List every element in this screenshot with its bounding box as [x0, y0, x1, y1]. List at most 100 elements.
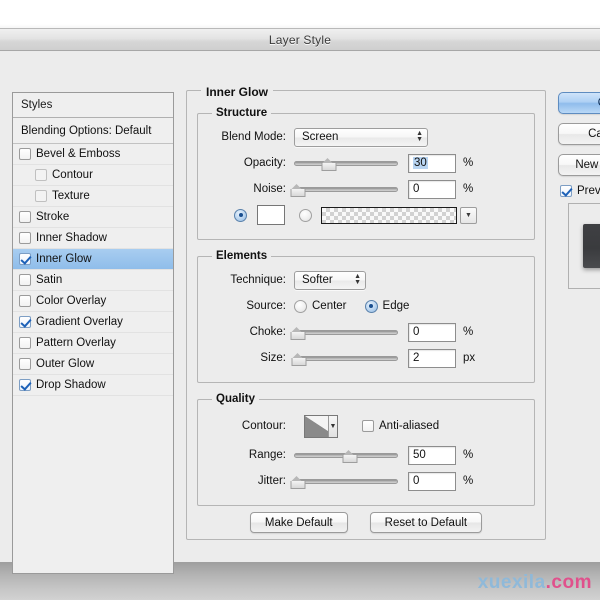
style-row-bevel-emboss[interactable]: Bevel & Emboss — [13, 144, 173, 165]
choke-row: Choke: 0 % — [208, 320, 524, 344]
source-center-radio[interactable] — [294, 299, 307, 313]
size-unit: px — [463, 352, 476, 364]
preview-checkbox[interactable] — [560, 185, 572, 197]
size-slider-track — [294, 356, 398, 361]
range-input[interactable]: 50 — [408, 445, 456, 465]
size-value: 2 — [413, 352, 420, 364]
default-buttons-row: Make Default Reset to Default — [197, 512, 535, 533]
style-row-stroke[interactable]: Stroke — [13, 207, 173, 228]
range-slider[interactable] — [294, 447, 398, 463]
jitter-input[interactable]: 0 — [408, 471, 456, 491]
opacity-slider[interactable] — [294, 155, 398, 171]
source-edge-label: Edge — [382, 300, 410, 312]
noise-value: 0 — [413, 183, 420, 195]
ok-button[interactable]: OK — [558, 92, 600, 114]
site-watermark: xuexila.com — [478, 572, 592, 594]
dialog-titlebar[interactable]: Layer Style — [0, 29, 600, 51]
style-row-texture[interactable]: Texture — [13, 186, 173, 207]
range-label: Range: — [248, 449, 286, 461]
fill-gradient-radio[interactable] — [299, 208, 312, 222]
jitter-slider-thumb[interactable] — [290, 476, 306, 489]
noise-slider-thumb[interactable] — [290, 184, 306, 197]
style-row-satin[interactable]: Satin — [13, 270, 173, 291]
choke-slider-thumb[interactable] — [290, 327, 306, 340]
style-label: Satin — [36, 274, 63, 286]
jitter-value: 0 — [413, 475, 420, 487]
style-row-inner-shadow[interactable]: Inner Shadow — [13, 228, 173, 249]
style-checkbox[interactable] — [19, 295, 31, 307]
opacity-slider-thumb[interactable] — [321, 158, 337, 171]
style-checkbox[interactable] — [19, 379, 31, 391]
contour-preview[interactable]: ▼ — [304, 414, 338, 438]
style-label: Inner Shadow — [36, 232, 107, 244]
inner-glow-options-pane: Inner Glow Structure Blend Mode: Screen … — [186, 85, 546, 574]
preview-label: Preview — [577, 185, 600, 197]
opacity-unit: % — [463, 157, 474, 169]
new-style-button[interactable]: New Style... — [558, 154, 600, 176]
noise-row: Noise: 0 % — [208, 177, 524, 201]
fill-gradient-preview[interactable] — [321, 206, 457, 224]
watermark-tld: .com — [545, 572, 592, 593]
range-slider-thumb[interactable] — [342, 450, 358, 463]
fill-color-swatch[interactable] — [257, 205, 285, 225]
size-label: Size: — [260, 352, 286, 364]
choke-slider[interactable] — [290, 324, 398, 340]
blending-options-row[interactable]: Blending Options: Default — [13, 118, 173, 144]
watermark-name: xuexila — [477, 572, 546, 593]
style-checkbox[interactable] — [19, 211, 31, 223]
range-unit: % — [463, 449, 474, 461]
contour-dropdown-icon[interactable]: ▼ — [328, 415, 337, 437]
technique-select[interactable]: Softer ▲ ▼ — [294, 270, 366, 290]
contour-label: Contour: — [241, 420, 286, 432]
style-row-drop-shadow[interactable]: Drop Shadow — [13, 375, 173, 396]
blend-mode-select[interactable]: Screen ▲ ▼ — [294, 127, 428, 147]
anti-aliased-checkbox[interactable] — [362, 420, 374, 432]
fill-color-radio[interactable] — [234, 208, 247, 222]
choke-value: 0 — [413, 326, 420, 338]
technique-label: Technique: — [230, 274, 286, 286]
source-row: Source: Center Edge — [208, 294, 524, 318]
choke-unit: % — [463, 326, 474, 338]
style-row-color-overlay[interactable]: Color Overlay — [13, 291, 173, 312]
style-checkbox[interactable] — [19, 316, 31, 328]
size-input[interactable]: 2 — [408, 348, 456, 368]
style-checkbox[interactable] — [19, 337, 31, 349]
style-row-contour[interactable]: Contour — [13, 165, 173, 186]
style-label: Gradient Overlay — [36, 316, 123, 328]
choke-slider-track — [294, 330, 398, 335]
style-checkbox[interactable] — [19, 274, 31, 286]
style-checkbox[interactable] — [19, 253, 31, 265]
opacity-row: Opacity: 30 % — [208, 151, 524, 175]
styles-list-panel: Styles Blending Options: Default Bevel &… — [12, 92, 174, 574]
preview-toggle-row[interactable]: Preview — [560, 185, 600, 197]
gradient-dropdown-icon[interactable]: ▼ — [460, 206, 477, 224]
size-row: Size: 2 px — [208, 346, 524, 370]
opacity-input[interactable]: 30 — [408, 153, 456, 173]
size-slider[interactable] — [291, 350, 398, 366]
style-checkbox[interactable] — [35, 169, 47, 181]
noise-input[interactable]: 0 — [408, 179, 456, 199]
opacity-slider-track — [294, 161, 398, 166]
source-edge-radio[interactable] — [364, 299, 378, 313]
cancel-button[interactable]: Cancel — [558, 123, 600, 145]
make-default-button[interactable]: Make Default — [249, 512, 348, 533]
styles-effect-list: Bevel & Emboss Contour Texture Stroke Inner … — [13, 144, 173, 396]
reset-to-default-button[interactable]: Reset to Default — [369, 512, 483, 533]
size-slider-thumb[interactable] — [291, 353, 307, 366]
choke-input[interactable]: 0 — [408, 322, 456, 342]
jitter-slider[interactable] — [290, 473, 398, 489]
quality-group: Quality Contour: ▼ Anti-aliased Range: 5… — [197, 393, 535, 506]
style-checkbox[interactable] — [19, 232, 31, 244]
style-row-outer-glow[interactable]: Outer Glow — [13, 354, 173, 375]
elements-legend: Elements — [216, 250, 268, 262]
style-checkbox[interactable] — [19, 358, 31, 370]
structure-legend: Structure — [216, 107, 268, 119]
style-checkbox[interactable] — [35, 190, 47, 202]
noise-slider[interactable] — [290, 181, 398, 197]
technique-row: Technique: Softer ▲ ▼ — [208, 268, 524, 292]
style-row-inner-glow[interactable]: Inner Glow — [13, 249, 173, 270]
style-row-pattern-overlay[interactable]: Pattern Overlay — [13, 333, 173, 354]
style-row-gradient-overlay[interactable]: Gradient Overlay — [13, 312, 173, 333]
noise-unit: % — [463, 183, 474, 195]
style-checkbox[interactable] — [19, 148, 31, 160]
